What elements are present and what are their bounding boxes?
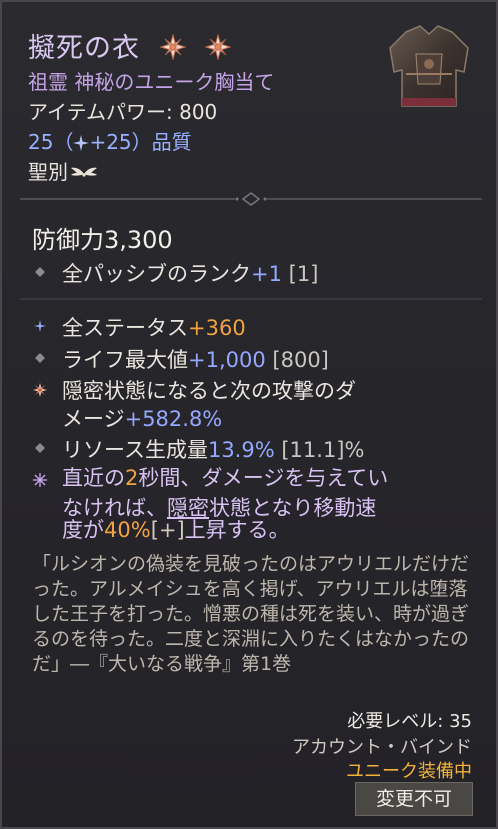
diamond-bullet-icon xyxy=(35,443,45,453)
implicit-bracket: [1] xyxy=(288,262,319,286)
affix-text: リソース生成量 xyxy=(62,438,208,462)
unique-power-spark-icon xyxy=(33,473,47,487)
affix-bracket: [800] xyxy=(272,348,329,372)
affix-max-life: ライフ最大値+1,000 [800] xyxy=(62,344,329,374)
item-name-row: 擬死の衣 xyxy=(28,26,232,65)
unchangeable-button[interactable]: 変更不可 xyxy=(355,782,473,816)
required-level: 必要レベル: 35 xyxy=(347,711,472,732)
greater-affix-star-icon xyxy=(33,383,47,397)
item-power: アイテムパワー: 800 xyxy=(28,100,218,124)
item-name: 擬死の衣 xyxy=(28,33,140,64)
unique-text: 度が xyxy=(62,518,104,542)
unique-text: 直近の xyxy=(62,466,125,490)
greater-affix-spark-icon xyxy=(34,320,46,332)
masterwork-star-icon xyxy=(205,34,232,60)
affix-text: ライフ最大値 xyxy=(62,348,188,372)
affix-stealth-damage-line1: 隠密状態になると次の攻撃のダ xyxy=(62,379,356,403)
sacred-label: 聖別 xyxy=(28,160,68,184)
affix-stealth-damage-line2: メージ+582.8% xyxy=(62,403,222,433)
affix-bracket: [11.1]% xyxy=(281,438,365,462)
affix-value: +360 xyxy=(188,316,246,340)
affix-value: +1,000 xyxy=(188,348,266,372)
affix-all-stats: 全ステータス+360 xyxy=(62,312,246,342)
account-bound-label: アカウント・バインド xyxy=(292,737,472,758)
quality-prefix: 25（ xyxy=(28,130,74,154)
item-quality: 25（ +25）品質 xyxy=(28,126,192,155)
affix-resource-generation: リソース生成量13.9% [11.1]% xyxy=(62,434,364,464)
expand-details-link[interactable]: [+] xyxy=(151,518,185,542)
implicit-value: +1 xyxy=(251,262,282,286)
item-type: 祖霊 神秘のユニーク胸当て xyxy=(28,70,275,94)
sacred-row: 聖別 xyxy=(28,156,98,185)
defense-value: 防御力3,300 xyxy=(32,226,173,254)
item-tooltip: 擬死の衣 祖霊 神秘のユニーク胸当て アイテムパワー: 800 25（ +25）品… xyxy=(0,0,498,829)
quality-bonus: +25 xyxy=(89,130,132,154)
unique-number: 2 xyxy=(125,466,139,490)
affix-value: 13.9% xyxy=(207,438,275,462)
implicit-text: 全パッシブのランク xyxy=(62,262,251,286)
masterwork-star-icon xyxy=(159,34,186,60)
diamond-bullet-icon xyxy=(35,267,45,277)
unique-power-line1: 直近の2秒間、ダメージを与えてい xyxy=(62,463,388,494)
diamond-bullet-icon xyxy=(35,353,45,363)
unique-power-line3: 度が40%[+]上昇する。 xyxy=(62,515,290,546)
implicit-affix: 全パッシブのランク+1 [1] xyxy=(62,258,318,288)
unique-equipped-label: ユニーク装備中 xyxy=(346,761,472,782)
affix-value: +582.8% xyxy=(124,407,223,431)
section-divider xyxy=(20,298,482,300)
unique-number: 40% xyxy=(104,518,151,542)
unique-text: 秒間、ダメージを与えてい xyxy=(138,466,389,490)
affix-text: メージ xyxy=(62,407,125,431)
wings-icon xyxy=(71,167,97,177)
flavor-text: 「ルシオンの偽装を見破ったのはアウリエルだけだった。アルメイシュを高く掲げ、アウ… xyxy=(32,553,470,675)
unique-text: 上昇する。 xyxy=(184,518,290,542)
quality-suffix: ）品質 xyxy=(131,130,192,154)
affix-text: 全ステータス xyxy=(62,316,188,340)
chest-armor-icon xyxy=(389,25,469,107)
quality-spark-icon xyxy=(73,135,90,151)
section-divider xyxy=(20,192,482,206)
